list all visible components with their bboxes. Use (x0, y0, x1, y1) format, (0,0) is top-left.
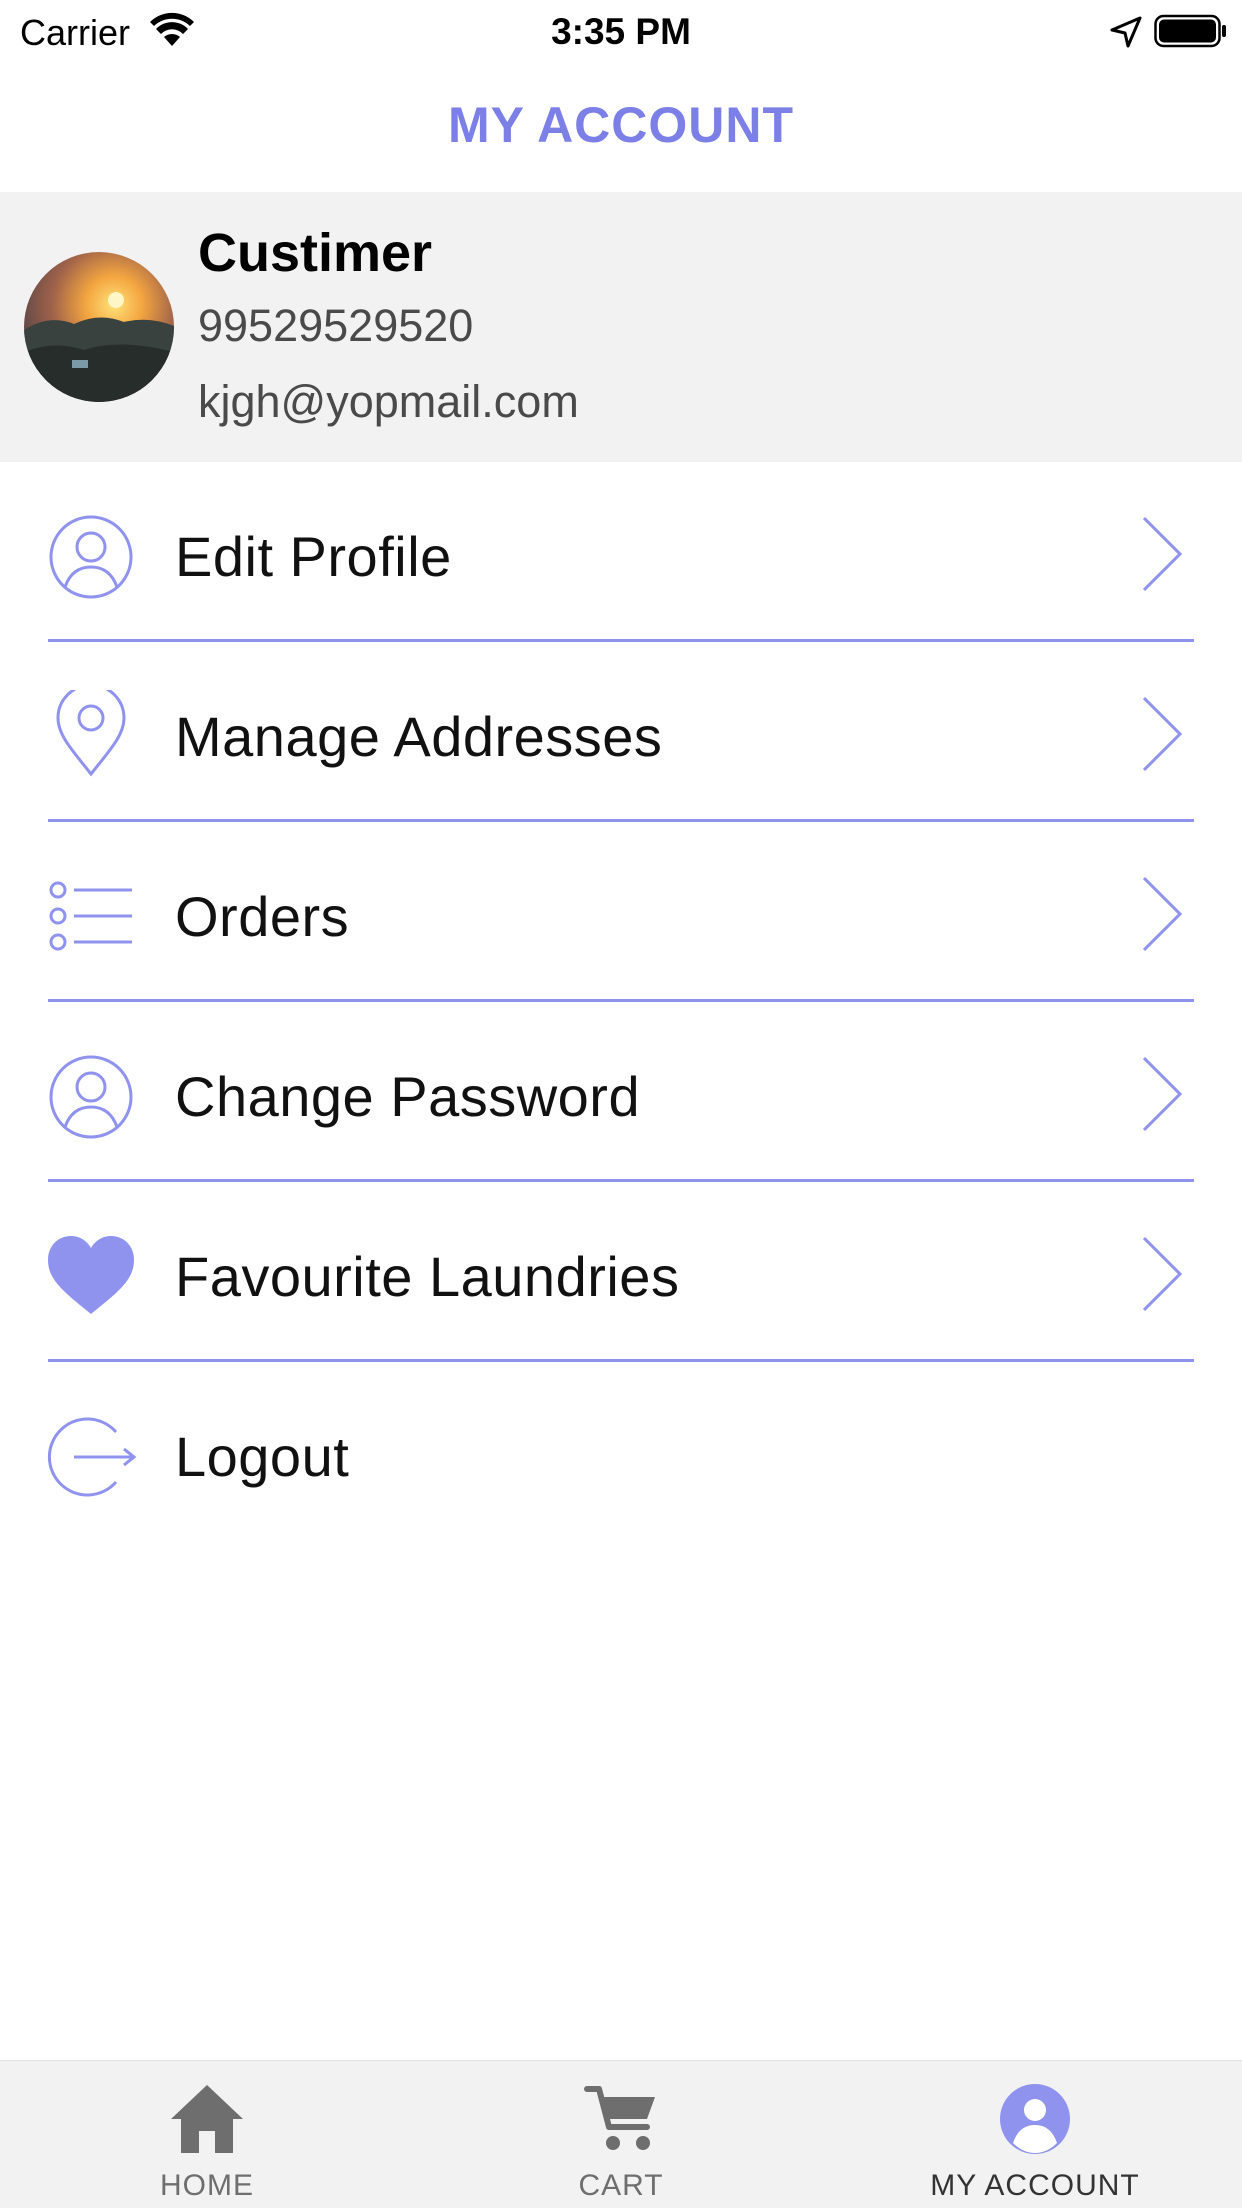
list-icon (49, 881, 132, 951)
avatar[interactable] (24, 252, 174, 402)
chevron-right-icon (1142, 696, 1183, 772)
profile-card: Custimer 99529529520 kjgh@yopmail.com (0, 192, 1242, 462)
logout-icon (47, 1417, 137, 1497)
cart-icon (584, 2086, 655, 2150)
status-bar: Carrier 3:35 PM (0, 0, 1242, 62)
user-circle-icon (49, 1055, 133, 1139)
menu-item-orders[interactable]: Orders (0, 822, 1242, 1002)
chevron-right-icon (1142, 1236, 1183, 1312)
battery-icon (1154, 14, 1226, 48)
menu-label: Change Password (175, 1065, 641, 1128)
menu-label: Logout (175, 1425, 350, 1488)
account-icon (1000, 2084, 1070, 2154)
user-circle-icon (49, 515, 133, 599)
menu-item-logout[interactable]: Logout (0, 1362, 1242, 1542)
page-title: MY ACCOUNT (447, 97, 795, 153)
chevron-right-icon (1142, 516, 1183, 592)
tab-label: CART (578, 2169, 664, 2202)
tab-label: MY ACCOUNT (930, 2169, 1140, 2202)
tab-my-account[interactable]: MY ACCOUNT (828, 2061, 1242, 2208)
profile-phone: 99529529520 (198, 300, 474, 351)
menu-label: Manage Addresses (175, 705, 663, 768)
tab-cart[interactable]: CART (414, 2061, 828, 2208)
menu-item-manage-addresses[interactable]: Manage Addresses (0, 642, 1242, 822)
status-time: 3:35 PM (551, 11, 691, 52)
tab-bar: HOME CART MY ACCOUNT (0, 2060, 1242, 2208)
chevron-right-icon (1142, 876, 1183, 952)
avatar-photo (24, 252, 174, 402)
location-arrow-icon (1110, 16, 1142, 48)
profile-email: kjgh@yopmail.com (198, 376, 579, 427)
tab-label: HOME (160, 2169, 254, 2202)
menu-label: Edit Profile (175, 525, 452, 588)
location-pin-icon (56, 690, 126, 777)
heart-icon (48, 1236, 134, 1314)
menu-item-change-password[interactable]: Change Password (0, 1002, 1242, 1182)
menu-item-favourite-laundries[interactable]: Favourite Laundries (0, 1182, 1242, 1362)
menu-label: Orders (175, 885, 350, 948)
account-menu: Edit Profile Manage Addresses Orders Cha… (0, 462, 1242, 1542)
chevron-right-icon (1142, 1056, 1183, 1132)
menu-item-edit-profile[interactable]: Edit Profile (0, 462, 1242, 642)
tab-home[interactable]: HOME (0, 2061, 414, 2208)
profile-name: Custimer (198, 223, 433, 283)
home-icon (171, 2085, 243, 2153)
menu-label: Favourite Laundries (175, 1245, 680, 1308)
